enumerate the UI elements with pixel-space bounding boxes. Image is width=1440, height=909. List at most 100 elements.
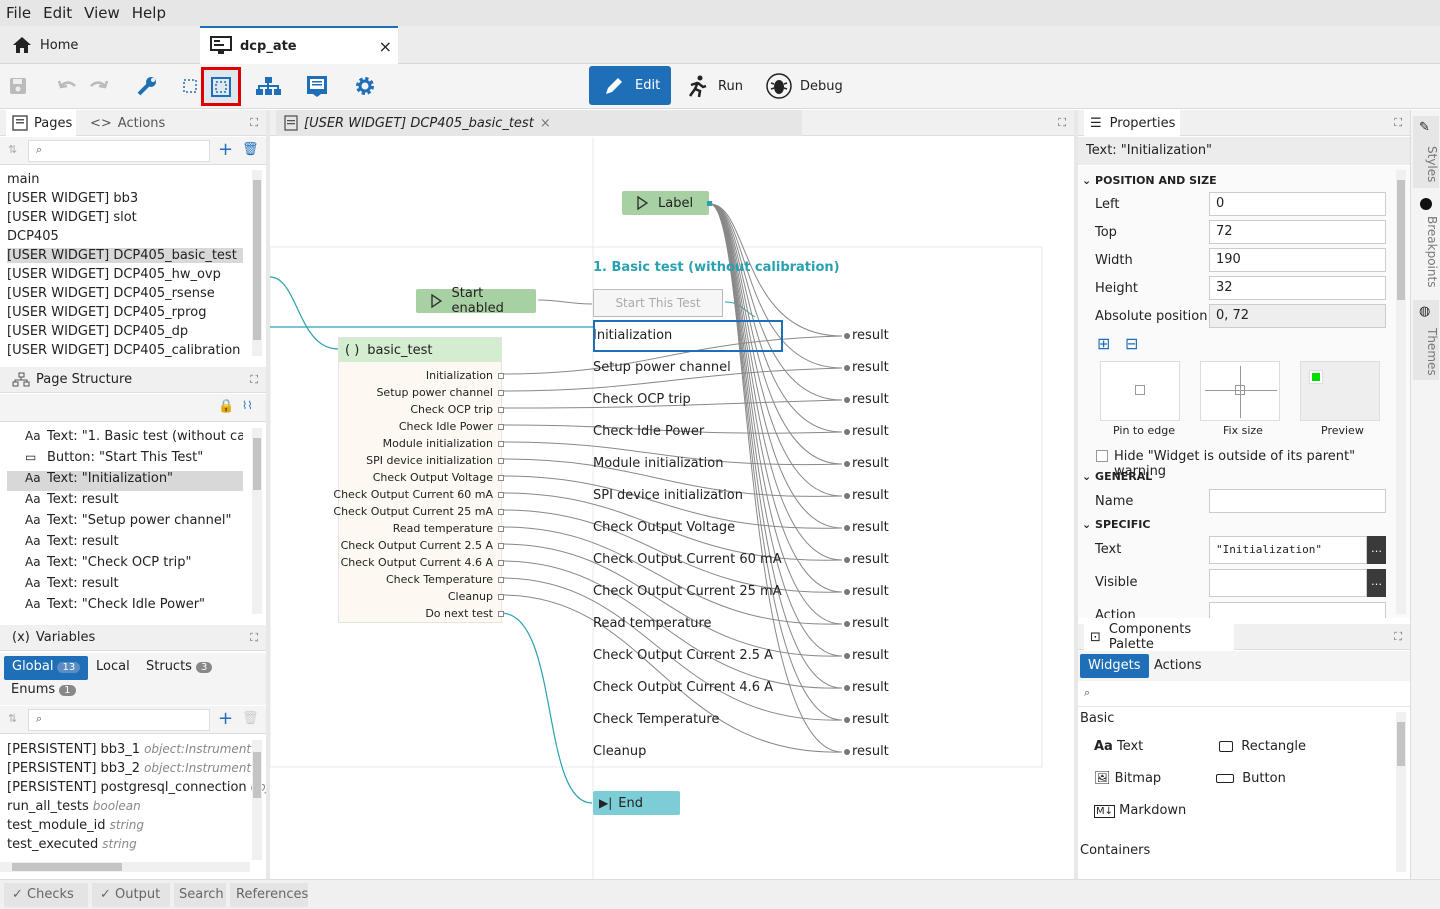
page-list-item[interactable]: main xyxy=(7,172,39,187)
input-port[interactable] xyxy=(844,397,850,403)
step-text[interactable]: SPI device initialization xyxy=(593,488,743,503)
step-text[interactable]: Check Idle Power xyxy=(593,424,704,439)
input-port[interactable] xyxy=(844,461,850,467)
start-test-button[interactable]: Start This Test xyxy=(593,289,723,317)
step-text[interactable]: Check OCP trip xyxy=(593,392,691,407)
output-port[interactable] xyxy=(498,458,504,464)
distribute-icon[interactable]: ⊟ xyxy=(1125,334,1138,353)
structure-item[interactable]: Aa Text: "Check OCP trip" xyxy=(7,555,243,575)
input-port[interactable] xyxy=(844,557,850,563)
variable-item[interactable]: [PERSISTENT] postgresql_connectionobje xyxy=(7,780,266,795)
debug-mode-button[interactable]: Debug xyxy=(765,70,843,102)
input-port[interactable] xyxy=(844,365,850,371)
step-text[interactable]: Setup power channel xyxy=(593,360,731,375)
horizontal-scrollbar[interactable] xyxy=(0,862,250,872)
sort-icon[interactable]: ⇅ xyxy=(8,712,17,725)
wrench-icon[interactable] xyxy=(131,70,163,102)
result-text[interactable]: result xyxy=(852,488,889,503)
sort-icon[interactable]: ⇅ xyxy=(8,143,17,156)
maximize-icon[interactable]: ⛶ xyxy=(250,631,258,645)
left-input[interactable]: 0 xyxy=(1209,192,1386,216)
structure-item[interactable]: Aa Text: result xyxy=(7,492,243,512)
result-text[interactable]: result xyxy=(852,328,889,343)
fix-size-widget[interactable] xyxy=(1200,361,1280,421)
output-port[interactable] xyxy=(498,492,504,498)
tab-local[interactable]: Local xyxy=(96,659,130,674)
select-dashed-icon[interactable] xyxy=(180,70,200,102)
structure-item[interactable]: Aa Text: "Initialization" xyxy=(7,471,243,491)
side-tab-breakpoints[interactable]: Breakpoints xyxy=(1413,192,1439,292)
step-text[interactable]: Module initialization xyxy=(593,456,723,471)
menu-edit[interactable]: Edit xyxy=(37,4,78,22)
page-list-item[interactable]: DCP405 xyxy=(7,229,59,244)
output-port[interactable] xyxy=(498,594,504,600)
palette-search[interactable]: ⌕ xyxy=(1078,681,1410,707)
palette-item-rectangle[interactable]: Rectangle xyxy=(1219,739,1306,754)
input-port[interactable] xyxy=(844,621,850,627)
input-port[interactable] xyxy=(844,525,850,531)
output-port[interactable] xyxy=(498,526,504,532)
input-port[interactable] xyxy=(844,717,850,723)
step-text[interactable]: Check Output Current 60 mA xyxy=(593,552,782,567)
input-port[interactable] xyxy=(844,749,850,755)
tab-home[interactable]: Home xyxy=(0,26,200,64)
tab-structs[interactable]: Structs 3 xyxy=(146,659,213,674)
output-port[interactable] xyxy=(707,201,712,206)
redo-icon[interactable] xyxy=(82,70,114,102)
structure-item[interactable]: Aa Text: "1. Basic test (without caliba xyxy=(7,429,243,449)
input-port[interactable] xyxy=(844,685,850,691)
top-input[interactable]: 72 xyxy=(1209,220,1386,244)
maximize-icon[interactable]: ⛶ xyxy=(1394,116,1402,130)
input-port[interactable] xyxy=(844,653,850,659)
palette-item-markdown[interactable]: M↓ Markdown xyxy=(1094,803,1186,818)
trash-icon[interactable]: 🗑 xyxy=(242,142,259,157)
step-text[interactable]: Check Output Current 2.5 A xyxy=(593,648,773,663)
lock-icon[interactable]: 🔒 xyxy=(218,399,234,414)
tab-references[interactable]: References xyxy=(230,883,308,907)
step-text[interactable]: Check Output Current 4.6 A xyxy=(593,680,773,695)
width-input[interactable]: 190 xyxy=(1209,248,1386,272)
scrollbar[interactable] xyxy=(1396,712,1406,872)
page-list-item[interactable]: [USER WIDGET] DCP405_rprog xyxy=(7,305,206,320)
settings-gear-icon[interactable] xyxy=(349,70,381,102)
result-text[interactable]: result xyxy=(852,392,889,407)
input-port[interactable] xyxy=(844,333,850,339)
output-port[interactable] xyxy=(498,611,504,617)
edit-mode-button[interactable]: Edit xyxy=(589,66,671,105)
align-icon[interactable]: ⊞ xyxy=(1097,334,1110,353)
maximize-icon[interactable]: ⛶ xyxy=(250,373,258,387)
scrollbar[interactable] xyxy=(1396,170,1406,614)
palette-item-button[interactable]: Button xyxy=(1216,771,1286,786)
result-text[interactable]: result xyxy=(852,360,889,375)
output-port[interactable] xyxy=(498,560,504,566)
tab-components-palette[interactable]: ⊡ Components Palette xyxy=(1084,622,1234,652)
step-text[interactable]: Check Output Voltage xyxy=(593,520,735,535)
scrollbar[interactable] xyxy=(252,170,262,356)
output-port[interactable] xyxy=(498,577,504,583)
result-text[interactable]: result xyxy=(852,680,889,695)
test-heading[interactable]: 1. Basic test (without calibration) xyxy=(593,260,840,275)
page-list-item[interactable]: [USER WIDGET] DCP405_calibration xyxy=(7,343,240,358)
palette-item-bitmap[interactable]: 🖼 Bitmap xyxy=(1094,771,1161,786)
result-text[interactable]: result xyxy=(852,744,889,759)
page-list-item[interactable]: [USER WIDGET] DCP405_dp xyxy=(7,324,188,339)
close-icon[interactable]: × xyxy=(540,116,551,131)
maximize-icon[interactable]: ⛶ xyxy=(1058,116,1066,130)
variable-item[interactable]: test_executed string xyxy=(7,837,137,852)
tab-search[interactable]: Search xyxy=(174,883,226,907)
result-text[interactable]: result xyxy=(852,520,889,535)
maximize-icon[interactable]: ⛶ xyxy=(250,116,258,130)
menu-help[interactable]: Help xyxy=(126,4,172,22)
palette-item-text[interactable]: Aa Text xyxy=(1094,739,1143,754)
variable-item[interactable]: [PERSISTENT] bb3_1 object:Instrument xyxy=(7,742,251,757)
more-icon[interactable]: … xyxy=(1367,536,1386,564)
position-size-section[interactable]: ⌄ POSITION AND SIZE xyxy=(1082,174,1217,187)
start-enabled-node[interactable]: Start enabled xyxy=(416,286,536,316)
add-icon[interactable]: + xyxy=(218,708,233,729)
variable-item[interactable]: run_all_tests boolean xyxy=(7,799,141,814)
variable-item[interactable]: test_module_id string xyxy=(7,818,144,833)
page-list-item[interactable]: [USER WIDGET] DCP405_hw_ovp xyxy=(7,267,221,282)
output-port[interactable] xyxy=(498,373,504,379)
variable-item[interactable]: [PERSISTENT] bb3_2 object:Instrument xyxy=(7,761,251,776)
result-text[interactable]: result xyxy=(852,584,889,599)
